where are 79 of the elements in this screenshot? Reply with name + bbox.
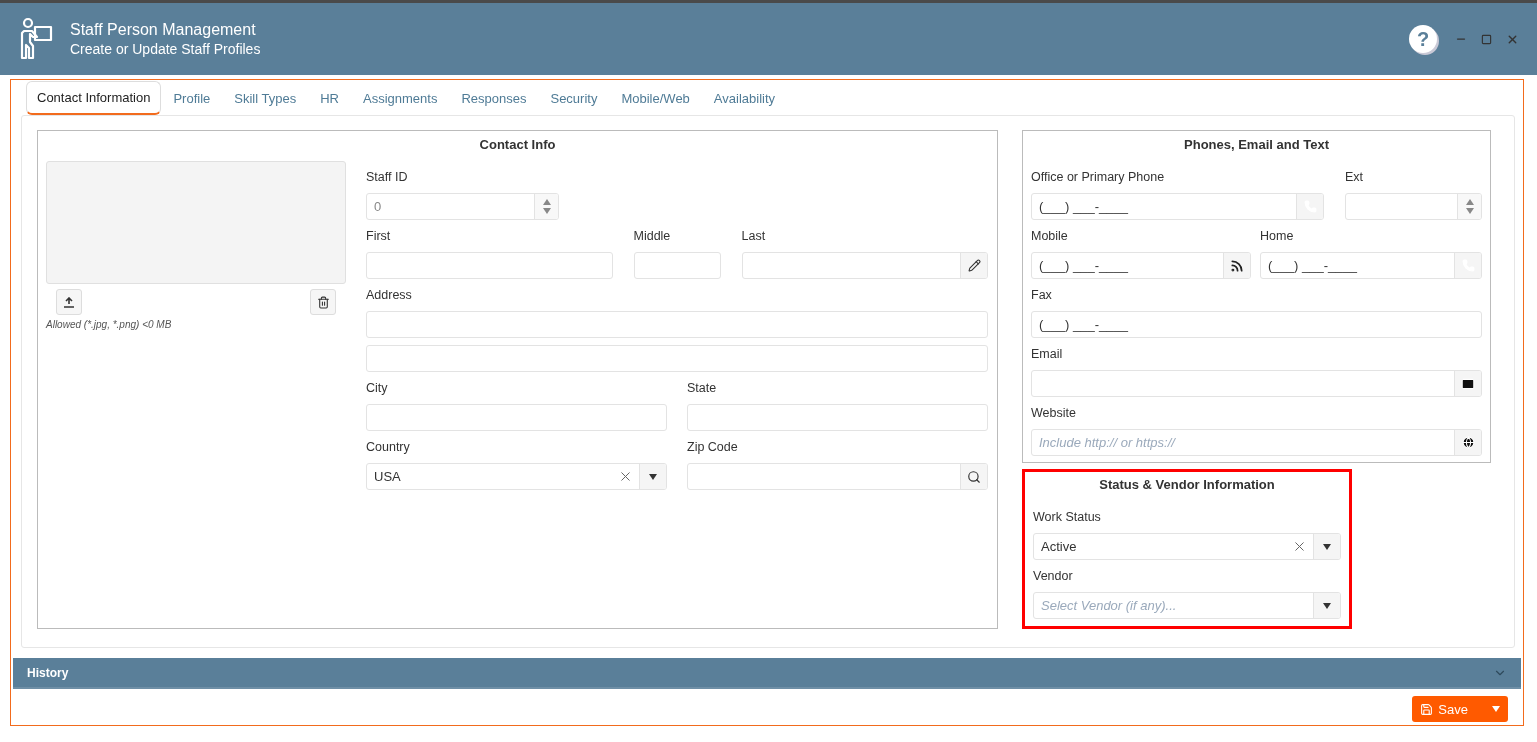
field-label: City <box>366 380 389 396</box>
input-field[interactable]: (___) ___-____ <box>1031 193 1324 220</box>
person-carrying-box-icon <box>20 17 54 61</box>
field-label: Website <box>1031 405 1077 421</box>
input-field[interactable] <box>1345 193 1482 220</box>
app-title: Staff Person Management <box>70 20 257 40</box>
globe-icon <box>1461 436 1475 449</box>
select-field[interactable]: Select Vendor (if any)... <box>1033 592 1341 619</box>
field-label: Home <box>1260 228 1295 244</box>
field-label: Email <box>1031 346 1064 362</box>
dropdown-button[interactable] <box>1313 534 1340 559</box>
field-label: Office or Primary Phone <box>1031 169 1166 185</box>
input-field[interactable] <box>741 252 988 279</box>
field-label: Staff ID <box>366 169 409 185</box>
upload-icon <box>64 296 74 308</box>
text-input[interactable]: (___) ___-____ <box>1032 194 1296 219</box>
search-button[interactable] <box>960 464 987 489</box>
input-field[interactable] <box>366 311 988 338</box>
save-button[interactable]: Save <box>1412 696 1508 722</box>
field-label: Country <box>366 439 411 455</box>
dropdown-button[interactable] <box>1313 593 1340 618</box>
panel-title: Phones, Email and Text <box>1183 137 1330 153</box>
panel-title: Contact Info <box>478 137 557 153</box>
call-button[interactable] <box>1296 194 1323 219</box>
field-label: First <box>366 228 392 244</box>
history-title: History <box>27 665 69 680</box>
input-field[interactable] <box>366 252 613 279</box>
help-icon[interactable]: ? <box>1409 25 1437 53</box>
field-label: Address <box>366 287 413 303</box>
text-input[interactable]: (___) ___-____ <box>1032 312 1481 337</box>
app-subtitle: Create or Update Staff Profiles <box>70 40 262 58</box>
select-field[interactable]: Active <box>1033 533 1341 560</box>
input-field[interactable]: (___) ___-____ <box>1260 252 1482 279</box>
maximize-icon[interactable] <box>1481 33 1492 45</box>
select-input[interactable]: Select Vendor (if any)... <box>1034 593 1313 618</box>
input-field[interactable] <box>1031 370 1482 397</box>
caret-icon <box>1323 602 1331 609</box>
field-label: Fax <box>1031 287 1053 303</box>
field-label: Mobile <box>1031 228 1069 244</box>
email-button[interactable] <box>1454 371 1481 396</box>
field-label: Work Status <box>1033 509 1102 525</box>
panel-title: Status & Vendor Information <box>1098 477 1276 493</box>
input-field[interactable] <box>366 404 667 431</box>
trash-icon <box>316 295 330 309</box>
input-field[interactable] <box>633 252 721 279</box>
pencil-icon <box>967 259 981 272</box>
field-label: Zip Code <box>687 439 739 455</box>
select-input[interactable]: Active <box>1034 534 1286 559</box>
delete-button[interactable] <box>310 289 336 315</box>
spinner-arrows[interactable] <box>534 194 558 219</box>
select-field[interactable]: USA <box>366 463 667 490</box>
tab[interactable]: Contact Information <box>26 81 162 115</box>
input-field[interactable] <box>687 463 988 490</box>
search-icon <box>967 469 981 484</box>
rss-icon <box>1230 258 1244 273</box>
history-bar[interactable]: History <box>13 658 1521 689</box>
input-field[interactable]: (___) ___-____ <box>1031 252 1251 279</box>
dropdown-button[interactable] <box>639 464 666 489</box>
edit-button[interactable] <box>960 253 987 278</box>
field-label: Ext <box>1345 169 1365 185</box>
text-input[interactable]: (___) ___-____ <box>1261 253 1454 278</box>
field-label: Last <box>741 228 767 244</box>
field-label: State <box>687 380 718 396</box>
field-label: Middle <box>633 228 672 244</box>
input-field[interactable] <box>687 404 988 431</box>
select-input[interactable]: USA <box>367 464 612 489</box>
spinner-arrows[interactable] <box>1457 194 1481 219</box>
globe-button[interactable] <box>1454 430 1481 455</box>
envelope-icon <box>1461 376 1475 391</box>
text-input[interactable]: (___) ___-____ <box>1032 253 1223 278</box>
file-type-note: Allowed (*.jpg, *.png) <0 MB <box>46 319 173 330</box>
caret-icon <box>649 473 657 480</box>
field-label: Vendor <box>1033 568 1074 584</box>
caret-icon <box>1492 706 1500 712</box>
input-field[interactable] <box>366 345 988 372</box>
feed-button[interactable] <box>1223 253 1250 278</box>
upload-button[interactable] <box>56 289 82 315</box>
caret-icon <box>1323 543 1331 550</box>
call-button[interactable] <box>1454 253 1481 278</box>
